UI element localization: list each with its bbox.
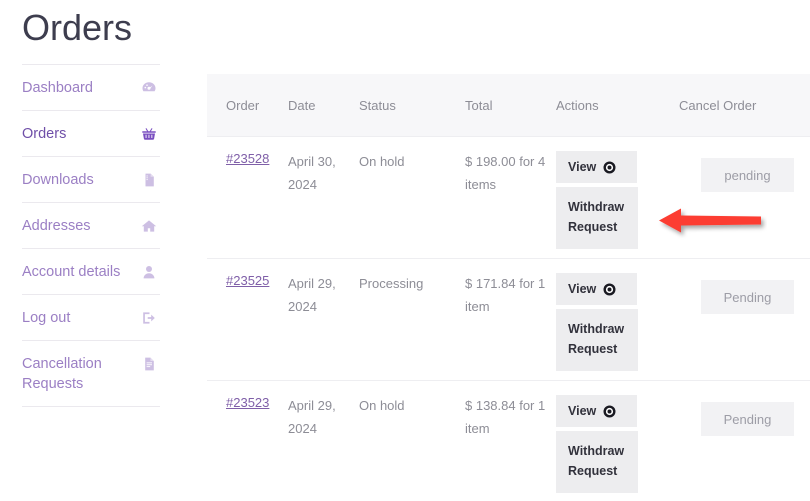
withdraw-request-button[interactable]: Withdraw Request [556,431,638,493]
order-number-link[interactable]: #23523 [226,395,269,410]
view-order-button[interactable]: View [556,273,637,305]
orders-page: Orders Dashboard Orders Downloads Addres… [0,0,810,501]
order-actions: View Withdraw Request [556,151,679,249]
cancel-order-cell: Pending [679,273,794,314]
cancel-status-badge: Pending [701,402,794,436]
view-button-label: View [568,282,597,296]
dashboard-gauge-icon [140,79,158,97]
user-icon [140,263,158,281]
sidebar-item-label: Downloads [22,172,94,188]
order-actions: View Withdraw Request [556,395,679,493]
sidebar-item-downloads[interactable]: Downloads [22,156,160,202]
order-total: $ 198.00 for 4 items [465,154,546,192]
column-header-cancel-order: Cancel Order [679,97,757,113]
cancel-status-badge: pending [701,158,794,192]
sidebar-item-label: Orders [22,126,67,142]
eye-icon [603,283,616,296]
order-number-link[interactable]: #23528 [226,151,269,166]
column-header-status: Status [359,97,396,113]
column-header-date: Date [288,97,316,113]
document-icon [140,355,158,373]
sidebar-item-account-details[interactable]: Account details [22,248,160,294]
cancel-order-cell: pending [679,151,794,192]
logout-icon [140,309,158,327]
sidebar-item-label: Addresses [22,218,91,234]
table-row: #23523 April 29, 2024 On hold $ 138.84 f… [207,380,810,501]
order-actions: View Withdraw Request [556,273,679,371]
order-cell: #23528 [207,151,288,166]
sidebar-item-label: Cancellation Requests [22,356,102,392]
order-status: Processing [359,276,424,291]
account-sidebar-nav: Dashboard Orders Downloads Addresses Acc [22,64,160,407]
sidebar-item-cancellation-requests[interactable]: Cancellation Requests [22,340,160,407]
download-file-icon [140,171,158,189]
eye-icon [603,161,616,174]
cancel-order-cell: Pending [679,395,794,436]
table-row: #23525 April 29, 2024 Processing $ 171.8… [207,258,810,380]
view-button-label: View [568,160,597,174]
withdraw-request-button[interactable]: Withdraw Request [556,187,638,249]
order-date: April 29, 2024 [288,276,336,314]
order-cell: #23523 [207,395,288,410]
table-header-row: Order Date Status Total Actions Cancel O… [207,74,810,136]
sidebar-item-log-out[interactable]: Log out [22,294,160,340]
view-order-button[interactable]: View [556,395,637,427]
order-total: $ 138.84 for 1 item [465,398,546,436]
order-cell: #23525 [207,273,288,288]
view-order-button[interactable]: View [556,151,637,183]
sidebar-item-label: Log out [22,310,71,326]
shopping-basket-icon [140,125,158,143]
table-row: #23528 April 30, 2024 On hold $ 198.00 f… [207,136,810,258]
orders-table: Order Date Status Total Actions Cancel O… [207,74,810,501]
order-date: April 30, 2024 [288,154,336,192]
sidebar-item-addresses[interactable]: Addresses [22,202,160,248]
sidebar-item-label: Account details [22,264,121,280]
column-header-order: Order [226,97,260,113]
order-date: April 29, 2024 [288,398,336,436]
column-header-total: Total [465,97,493,113]
cancel-status-badge: Pending [701,280,794,314]
sidebar-item-label: Dashboard [22,80,93,96]
withdraw-request-button[interactable]: Withdraw Request [556,309,638,371]
column-header-actions: Actions [556,97,599,113]
home-icon [140,217,158,235]
order-status: On hold [359,398,405,413]
eye-icon [603,405,616,418]
order-total: $ 171.84 for 1 item [465,276,546,314]
page-title: Orders [22,7,133,48]
order-number-link[interactable]: #23525 [226,273,269,288]
sidebar-item-dashboard[interactable]: Dashboard [22,64,160,110]
view-button-label: View [568,404,597,418]
sidebar-item-orders[interactable]: Orders [22,110,160,156]
order-status: On hold [359,154,405,169]
